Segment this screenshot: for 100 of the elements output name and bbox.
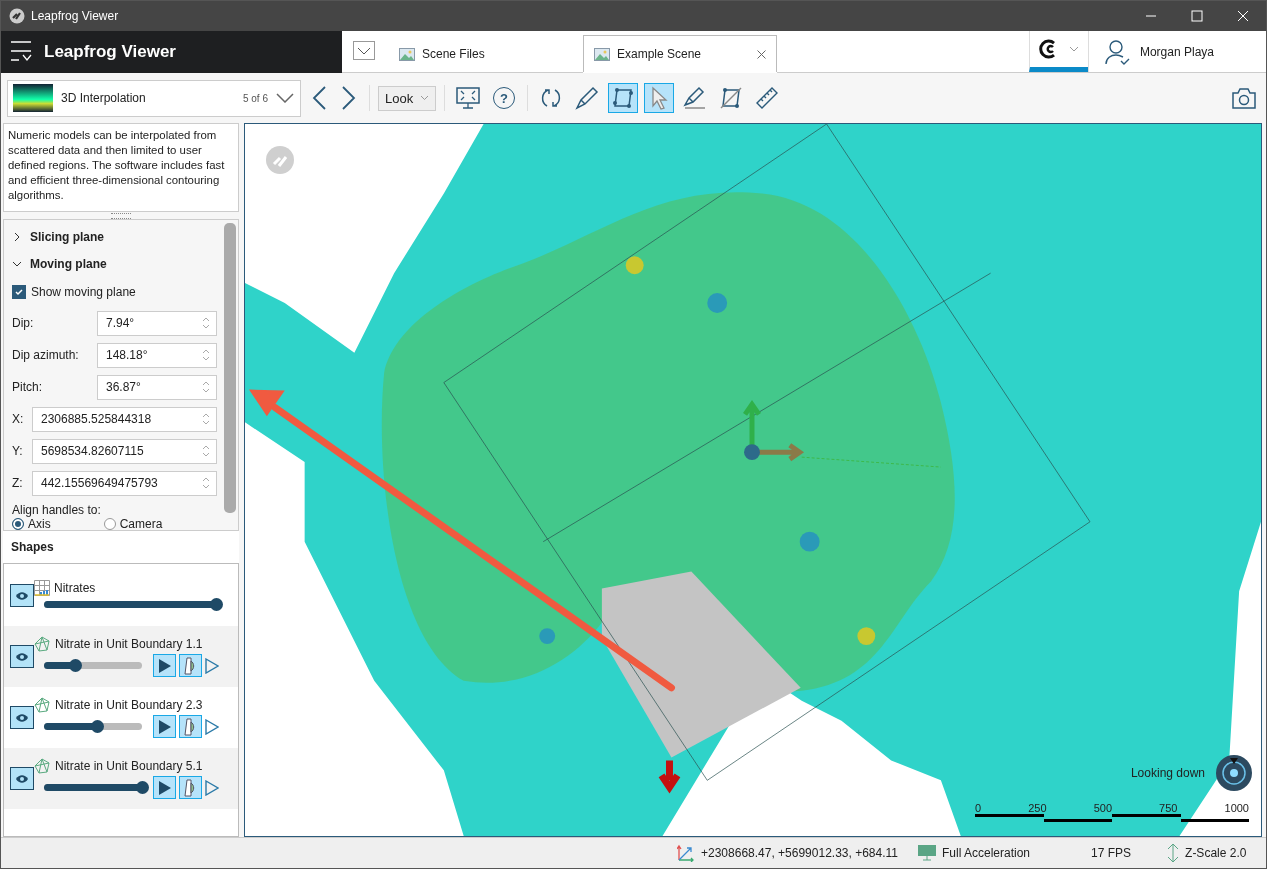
play-icon — [157, 657, 172, 674]
radio-button[interactable] — [12, 518, 24, 530]
rotate-icon — [539, 86, 563, 110]
previous-icon[interactable] — [311, 86, 327, 110]
scene-thumbnail — [13, 84, 53, 112]
visibility-toggle[interactable] — [10, 645, 34, 668]
scale-label: 0 — [975, 802, 982, 814]
play-outline-icon[interactable] — [205, 657, 219, 674]
field-label: Z: — [12, 476, 24, 490]
picture-icon — [594, 46, 610, 62]
eye-icon — [15, 773, 29, 784]
radio-button[interactable] — [103, 518, 116, 530]
mesh-icon — [34, 636, 51, 652]
scrollbar-thumb[interactable] — [224, 223, 236, 513]
plane-slash-icon — [719, 86, 743, 110]
field-label: Dip azimuth: — [12, 348, 80, 362]
scene-tab[interactable]: Example Scene — [583, 35, 777, 72]
section-header[interactable]: Slicing plane — [12, 223, 217, 250]
number-field[interactable]: 148.18° — [97, 342, 217, 368]
shapes-heading: Shapes — [3, 531, 239, 563]
plane-tool[interactable] — [608, 83, 638, 113]
chevron-down-icon — [276, 93, 294, 103]
3d-viewport[interactable]: Looking down 0 250 500 750 1000 — [244, 123, 1262, 837]
eye-icon — [15, 712, 29, 723]
field-label: Pitch: — [12, 380, 43, 394]
scene-selector[interactable]: 3D Interpolation 5 of 6 — [7, 79, 301, 117]
app-title: Leapfrog Viewer — [44, 42, 176, 62]
scale-label: 1000 — [1224, 802, 1249, 814]
chevron-down-icon — [357, 46, 371, 55]
clip-button[interactable] — [179, 776, 202, 799]
pointer-tool[interactable] — [644, 83, 674, 113]
app-logo-icon — [9, 8, 25, 24]
mesh-icon — [34, 697, 51, 713]
axes-icon — [677, 844, 695, 862]
play-outline-icon[interactable] — [205, 718, 219, 735]
mesh-icon — [34, 758, 51, 774]
view-orientation-label: Looking down — [1130, 766, 1205, 780]
number-field[interactable]: 36.87° — [97, 374, 217, 400]
user-name[interactable]: Morgan Playa — [1139, 44, 1214, 59]
number-field[interactable]: 442.15569649475793 — [32, 470, 217, 496]
field-label: Y: — [12, 444, 24, 458]
cursor-coordinates: +2308668.47, +5699012.33, +684.11 — [701, 846, 898, 860]
tab-list-dropdown[interactable] — [353, 41, 375, 60]
plane-icon — [611, 86, 635, 110]
align-label: Align handles to: — [12, 503, 102, 517]
eye-icon — [15, 590, 29, 601]
field-label: X: — [12, 412, 25, 426]
view-mode-dropdown[interactable]: Look — [378, 85, 436, 111]
scale-label: 250 — [1028, 802, 1047, 814]
camera-icon[interactable] — [1232, 87, 1256, 109]
section-header[interactable]: Moving plane — [12, 250, 217, 277]
shape-name: Nitrate in Unit Boundary 2.3 — [55, 698, 203, 712]
shape-name: Nitrate in Unit Boundary 1.1 — [55, 637, 203, 651]
monitor-icon — [917, 845, 936, 861]
scene-tab[interactable]: Scene Files — [389, 35, 583, 72]
number-field[interactable]: 7.94° — [97, 310, 217, 336]
close-icon[interactable] — [1237, 10, 1249, 22]
z-scale[interactable]: Z-Scale 2.0 — [1185, 846, 1247, 860]
radio-label[interactable]: Axis — [28, 517, 51, 531]
field-label: Dip: — [12, 316, 35, 330]
pen-icon — [575, 86, 599, 110]
organization-button[interactable] — [1028, 31, 1088, 72]
next-icon[interactable] — [341, 86, 357, 110]
window-title: Leapfrog Viewer — [31, 9, 120, 23]
checkbox[interactable] — [12, 285, 26, 299]
radio-label[interactable]: Camera — [119, 517, 163, 531]
chevron-down-icon — [1068, 46, 1079, 52]
close-tab-icon[interactable] — [757, 49, 766, 59]
checkmark-icon — [14, 287, 24, 297]
compass-icon[interactable] — [1215, 754, 1253, 792]
fps-counter: 17 FPS — [1091, 846, 1132, 860]
picture-icon — [399, 45, 415, 62]
number-field[interactable]: 5698534.82607115 — [32, 438, 217, 464]
visibility-toggle[interactable] — [10, 767, 34, 790]
ruler-icon — [755, 86, 779, 110]
play-icon — [157, 718, 172, 735]
shape-name: Nitrate in Unit Boundary 5.1 — [55, 759, 203, 773]
play-button[interactable] — [153, 654, 176, 677]
acceleration-status: Full Acceleration — [941, 846, 1030, 860]
number-field[interactable]: 2306885.525844318 — [32, 406, 217, 432]
eye-icon — [15, 651, 29, 662]
scene-description: Numeric models can be interpolated from scattered data and then limited to user defined regions. The software includes fast and efficient three-dimensional contouring algorithms. — [3, 123, 239, 212]
maximize-icon[interactable] — [1191, 10, 1203, 22]
scale-label: 500 — [1093, 802, 1112, 814]
clip-button[interactable] — [179, 654, 202, 677]
scale-label: 750 — [1159, 802, 1178, 814]
clip-button[interactable] — [179, 715, 202, 738]
visibility-toggle[interactable] — [10, 706, 34, 729]
chevron-down-icon — [420, 95, 429, 101]
checkbox-label[interactable]: Show moving plane — [31, 285, 136, 299]
play-outline-icon[interactable] — [205, 779, 219, 796]
play-button[interactable] — [153, 776, 176, 799]
visibility-toggle[interactable] — [10, 584, 34, 607]
chevron-icon — [12, 231, 22, 242]
play-button[interactable] — [153, 715, 176, 738]
play-icon — [157, 779, 172, 796]
vertical-arrows-icon[interactable] — [1167, 843, 1180, 863]
grid-icon — [34, 580, 50, 596]
app-logo-icon — [265, 145, 295, 175]
user-icon[interactable] — [1104, 38, 1131, 65]
